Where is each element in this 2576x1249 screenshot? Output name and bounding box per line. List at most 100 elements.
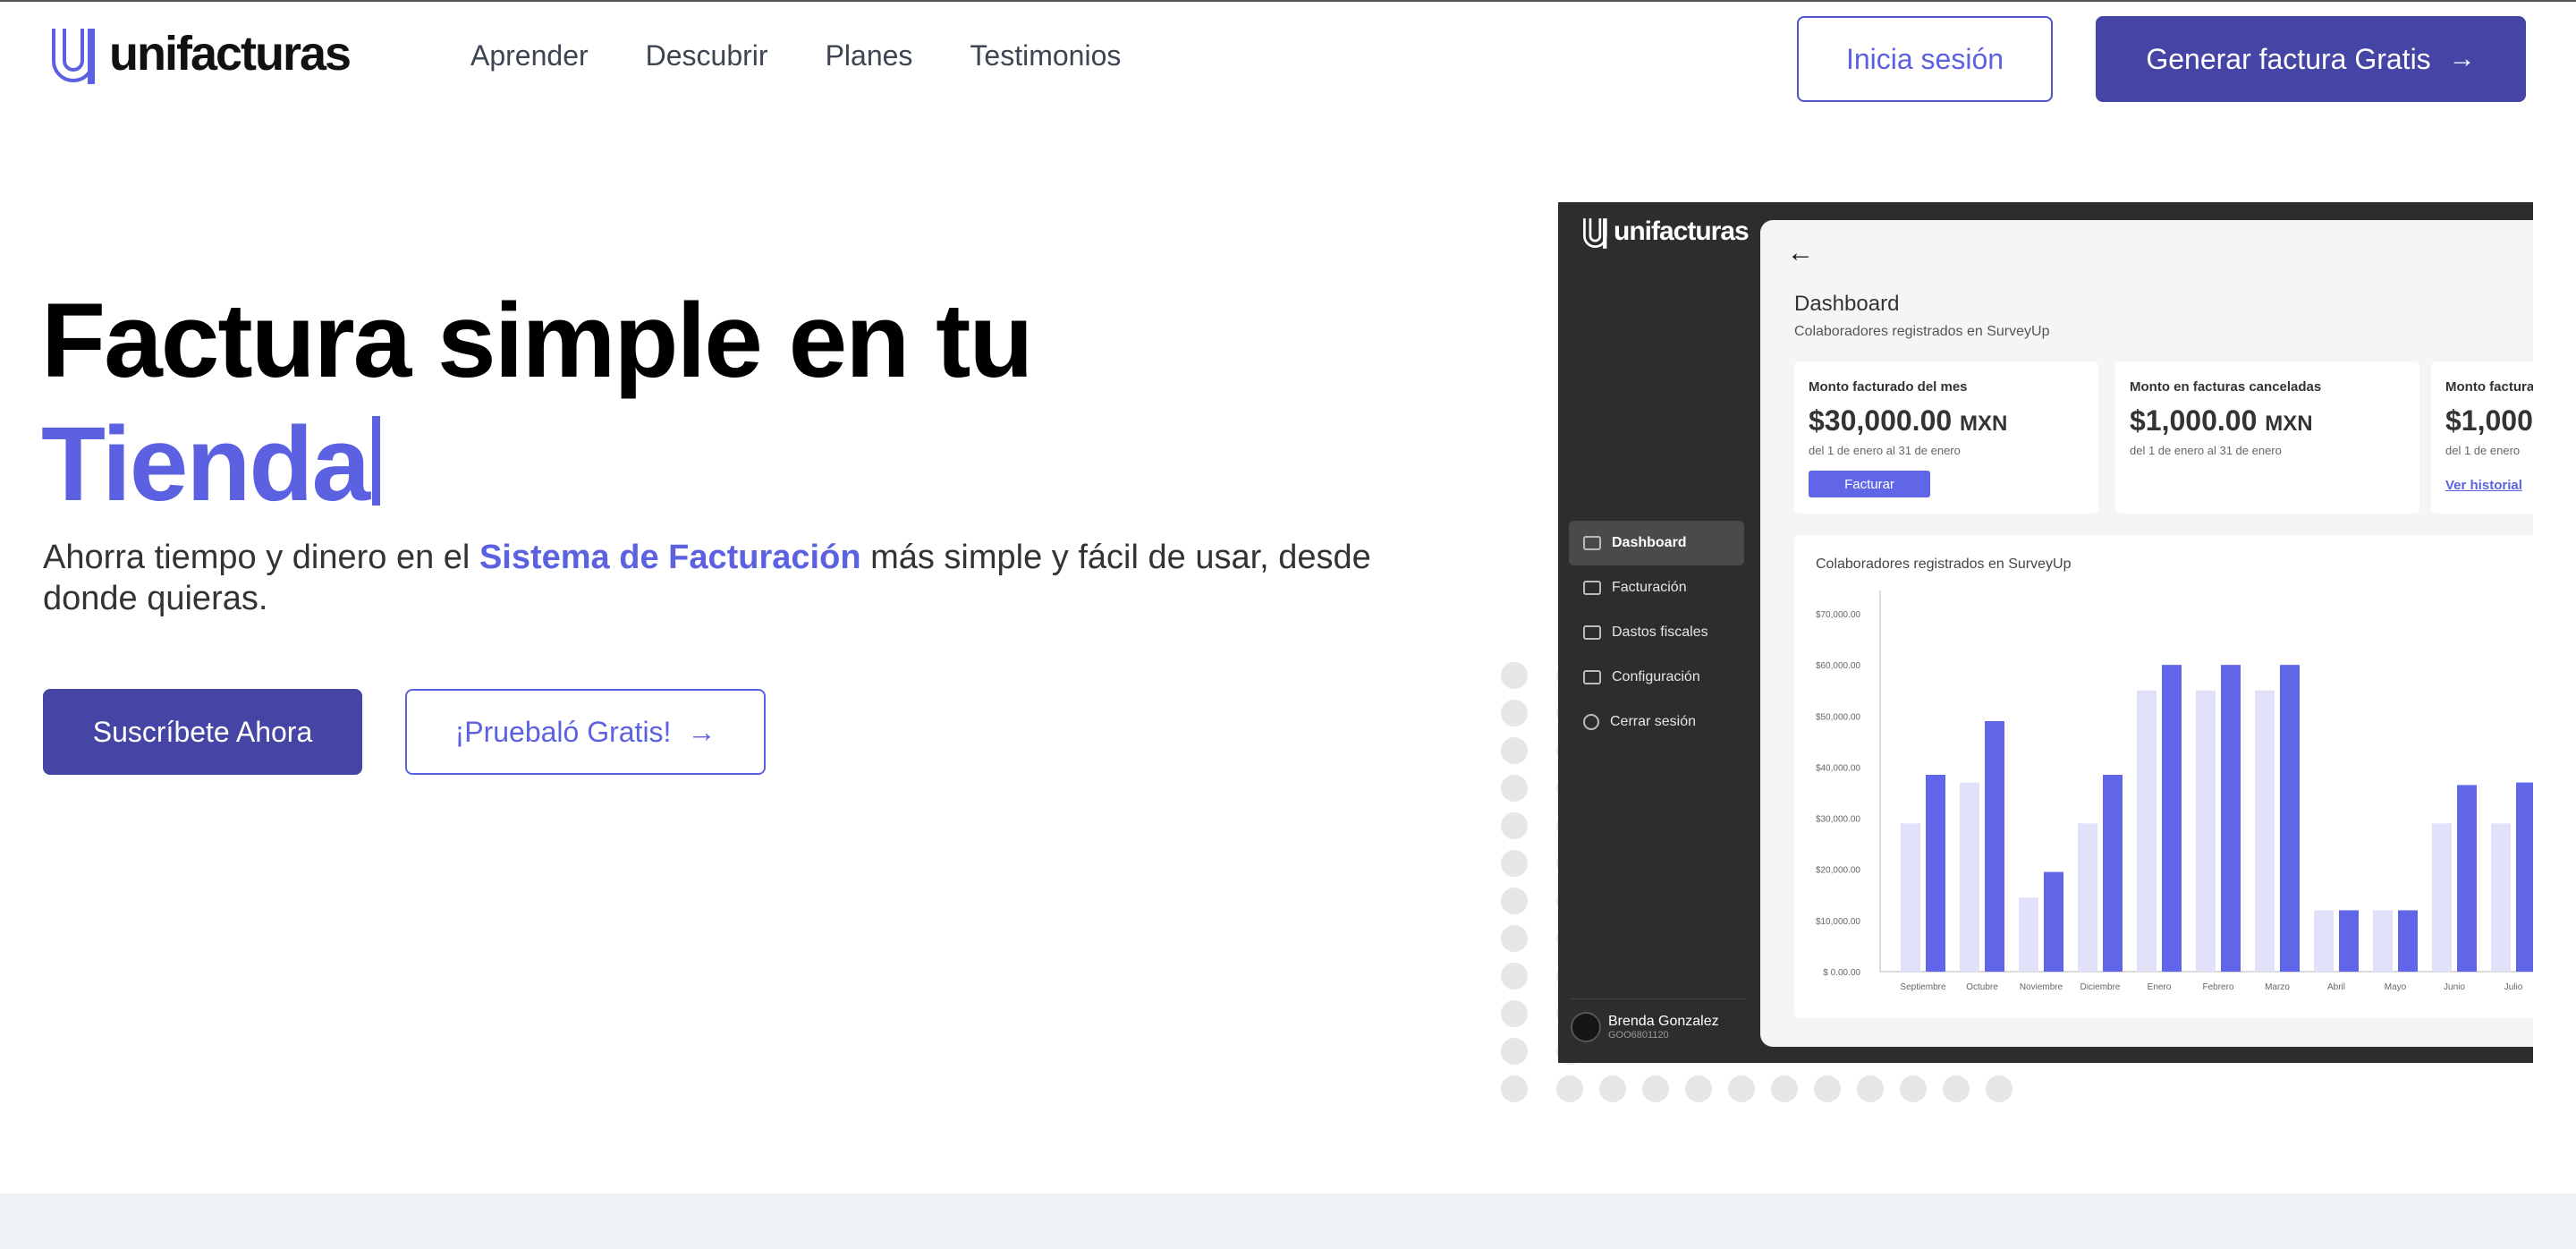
site-header: unifacturas Aprender Descubrir Planes Te… — [0, 0, 2576, 118]
decorative-dot — [1857, 1075, 1884, 1102]
stat-card-label: Monto facturado — [2445, 379, 2533, 395]
y-tick-label: $40,000.00 — [1816, 763, 1860, 773]
chart-bar — [2457, 785, 2477, 972]
x-tick-label: Noviembre — [2020, 982, 2063, 992]
try-free-button[interactable]: ¡Pruebaló Gratis! → — [405, 689, 766, 775]
generate-invoice-button[interactable]: Generar factura Gratis → — [2096, 16, 2526, 102]
stat-card-currency: MXN — [2265, 412, 2313, 436]
subscribe-button[interactable]: Suscríbete Ahora — [43, 689, 362, 775]
chart-bar — [2196, 690, 2216, 972]
decorative-dot — [1501, 1075, 1528, 1102]
x-tick-label: Junio — [2444, 982, 2465, 992]
decorative-dot — [1642, 1075, 1669, 1102]
brand-logo[interactable]: unifacturas — [48, 25, 352, 88]
ver-historial-link[interactable]: Ver historial — [2445, 478, 2522, 493]
avatar — [1571, 1012, 1601, 1042]
hero-subtitle: Ahorra tiempo y dinero en el Sistema de … — [43, 537, 1402, 619]
next-section-strip — [0, 1194, 2576, 1249]
monitor-icon — [1583, 536, 1601, 550]
brand-name: unifacturas — [109, 27, 352, 81]
sidebar-item-cerrar-sesion[interactable]: Cerrar sesión — [1569, 700, 1744, 744]
mockup-logo: unifacturas — [1581, 217, 1750, 251]
y-tick-label: $60,000.00 — [1816, 661, 1860, 671]
chart-bar — [1926, 775, 1945, 972]
chart-bar — [2221, 665, 2241, 972]
chart-bar — [1901, 823, 1920, 972]
decorative-dot — [1599, 1075, 1626, 1102]
nav-link-aprender[interactable]: Aprender — [470, 39, 589, 72]
hero-subtitle-before: Ahorra tiempo y dinero en el — [43, 539, 479, 576]
chart-bar — [2044, 871, 2063, 972]
chart-card: Colaboradores registrados en SurveyUp $ … — [1794, 535, 2533, 1018]
y-tick-label: $70,000.00 — [1816, 610, 1860, 620]
login-button[interactable]: Inicia sesión — [1797, 16, 2053, 102]
hero-typed-word: Tienda — [41, 412, 381, 517]
power-icon — [1583, 714, 1599, 730]
chart-bar — [2162, 665, 2182, 972]
chart-bar — [2137, 690, 2157, 972]
hero-subtitle-highlight: Sistema de Facturación — [479, 539, 861, 576]
chart-bar — [2398, 910, 2418, 972]
bar-chart: $ 0.00.00 $10,000.00 $20,000.00 $30,000.00 $… — [1816, 591, 2533, 992]
stat-card-monthly: Monto facturado del mes $30,000.00 MXN d… — [1794, 361, 2098, 514]
chart-bar — [2255, 690, 2275, 972]
sidebar-item-label: Dashboard — [1612, 535, 1687, 550]
chart-bar — [2314, 910, 2334, 972]
sidebar-item-configuracion[interactable]: Configuración — [1569, 655, 1744, 700]
y-tick-label: $50,000.00 — [1816, 712, 1860, 722]
dashboard-panel: ← Dashboard Colaboradores registrados en… — [1760, 220, 2533, 1047]
decorative-dot — [1501, 662, 1528, 689]
main-nav: Aprender Descubrir Planes Testimonios — [470, 39, 1178, 72]
x-tick-label: Abril — [2327, 982, 2345, 992]
decorative-dot — [1501, 737, 1528, 764]
chart-bar — [2280, 665, 2300, 972]
card-icon — [1583, 625, 1601, 640]
chart-bar — [2078, 823, 2097, 972]
chart-bar — [2339, 910, 2359, 972]
decorative-dot — [1501, 888, 1528, 914]
decorative-dot — [1501, 775, 1528, 802]
arrow-right-icon: → — [687, 715, 716, 748]
sidebar-item-datos-fiscales[interactable]: Dastos fiscales — [1569, 610, 1744, 655]
decorative-dot — [1986, 1075, 2012, 1102]
chart-bar — [2103, 775, 2123, 972]
nav-link-testimonios[interactable]: Testimonios — [970, 39, 1121, 72]
sidebar-item-dashboard[interactable]: Dashboard — [1569, 521, 1744, 565]
y-tick-label: $30,000.00 — [1816, 815, 1860, 825]
decorative-dot — [1501, 850, 1528, 877]
decorative-dot — [1501, 1000, 1528, 1027]
sidebar-item-label: Cerrar sesión — [1610, 714, 1697, 729]
decorative-dot — [1685, 1075, 1712, 1102]
stat-card-amount-value: $1,000.00 — [2130, 404, 2258, 437]
stat-card-range: del 1 de enero al 31 de enero — [1809, 444, 1961, 457]
unifacturas-logo-icon — [52, 29, 95, 84]
nav-link-planes[interactable]: Planes — [826, 39, 913, 72]
x-tick-label: Marzo — [2265, 982, 2290, 992]
sidebar-item-facturacion[interactable]: Facturación — [1569, 565, 1744, 610]
stat-card-cancelled: Monto en facturas canceladas $1,000.00 M… — [2115, 361, 2419, 514]
chart-bar — [2516, 782, 2533, 972]
x-tick-label: Diciembre — [2080, 982, 2120, 992]
nav-link-descubrir[interactable]: Descubrir — [646, 39, 768, 72]
user-name: Brenda Gonzalez — [1608, 1014, 1719, 1029]
back-arrow-icon[interactable]: ← — [1787, 238, 1814, 268]
decorative-dot — [1501, 812, 1528, 839]
facturar-button[interactable]: Facturar — [1809, 471, 1930, 497]
decorative-dot — [1900, 1075, 1927, 1102]
stat-card-amount: $1,000 — [2445, 404, 2533, 437]
generate-invoice-label: Generar factura Gratis — [2146, 42, 2431, 75]
stat-card-label: Monto facturado del mes — [1809, 379, 1968, 395]
sidebar-item-label: Configuración — [1612, 669, 1700, 684]
chart-bar — [2432, 823, 2452, 972]
card-icon — [1583, 670, 1601, 684]
dashboard-mockup: unifacturas Dashboard Facturación Dastos… — [1558, 202, 2533, 1063]
chart-bar — [1985, 721, 2004, 972]
clipboard-icon — [1583, 581, 1601, 595]
sidebar-item-label: Facturación — [1612, 580, 1687, 595]
unifacturas-logo-icon — [1583, 218, 1607, 249]
stat-card-range: del 1 de enero al 31 de enero — [2130, 444, 2282, 457]
chart-bar — [2373, 910, 2393, 972]
decorative-dot — [1501, 1038, 1528, 1065]
sidebar-user[interactable]: Brenda Gonzalez GOO6801120 — [1571, 998, 1746, 1042]
chart-bar — [1960, 782, 1979, 972]
